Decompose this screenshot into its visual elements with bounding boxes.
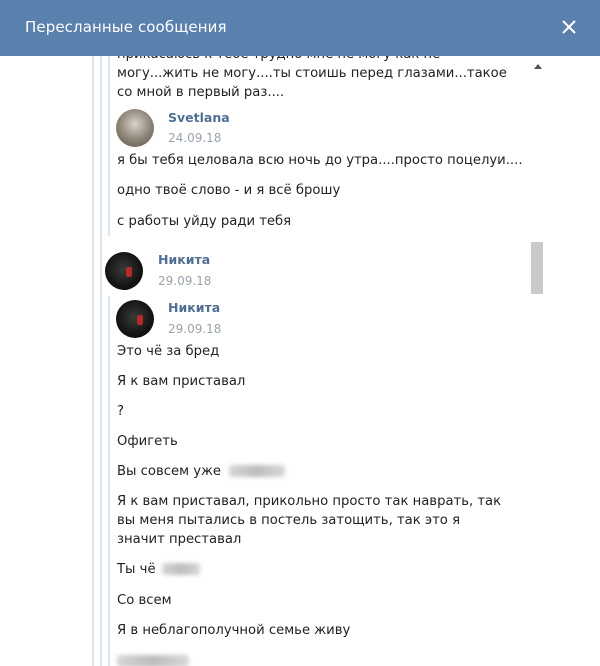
message-text: Со всем [117,593,172,608]
avatar[interactable] [105,252,143,290]
forwarded-messages-list: прикасаюсь к тебе трудно мне не могу как… [0,56,600,666]
forward-indent-bar [92,56,94,666]
message-date[interactable]: 29.09.18 [168,322,221,336]
message-text: одно твоё слово - и я всё брошу [117,183,341,198]
forward-indent-bar [100,56,102,666]
message-text: Это чё за бред [117,344,220,359]
author-name[interactable]: Svetlana [168,110,230,125]
message-text-row: Ты чё [117,562,200,577]
message-text: Я в неблагополучной семье живу [117,623,351,638]
chevron-up-icon[interactable] [534,64,542,69]
message-text: Офигеть [117,434,178,449]
message-text: Я к вам приставал [117,374,246,389]
message-text: прикасаюсь к тебе трудно мне не могу как… [117,56,507,100]
message-text: с работы уйду ради тебя [117,214,292,229]
avatar[interactable] [116,300,154,338]
scrollbar-thumb[interactable] [531,242,543,294]
close-icon[interactable] [560,18,578,36]
message-text: Я к вам приставал, прикольно просто так … [117,494,502,547]
message-text: Вы совсем уже [117,464,222,479]
message-text: я бы тебя целовала всю ночь до утра....п… [117,153,523,168]
avatar[interactable] [116,109,154,147]
forward-indent-bar [108,296,110,666]
censored-word [161,563,200,575]
censored-word [229,465,286,477]
message-text: Ты чё [117,562,156,577]
modal-header: Пересланные сообщения [0,0,600,56]
modal-title: Пересланные сообщения [25,18,227,36]
forward-indent-bar [108,56,110,236]
censored-word [117,655,189,666]
message-text: ? [117,404,124,419]
author-name[interactable]: Никита [158,252,210,267]
message-text-row: Вы совсем уже [117,464,286,479]
author-name[interactable]: Никита [168,300,220,315]
scrollbar[interactable] [530,60,544,666]
message-date[interactable]: 29.09.18 [158,274,211,288]
message-date[interactable]: 24.09.18 [168,131,221,145]
